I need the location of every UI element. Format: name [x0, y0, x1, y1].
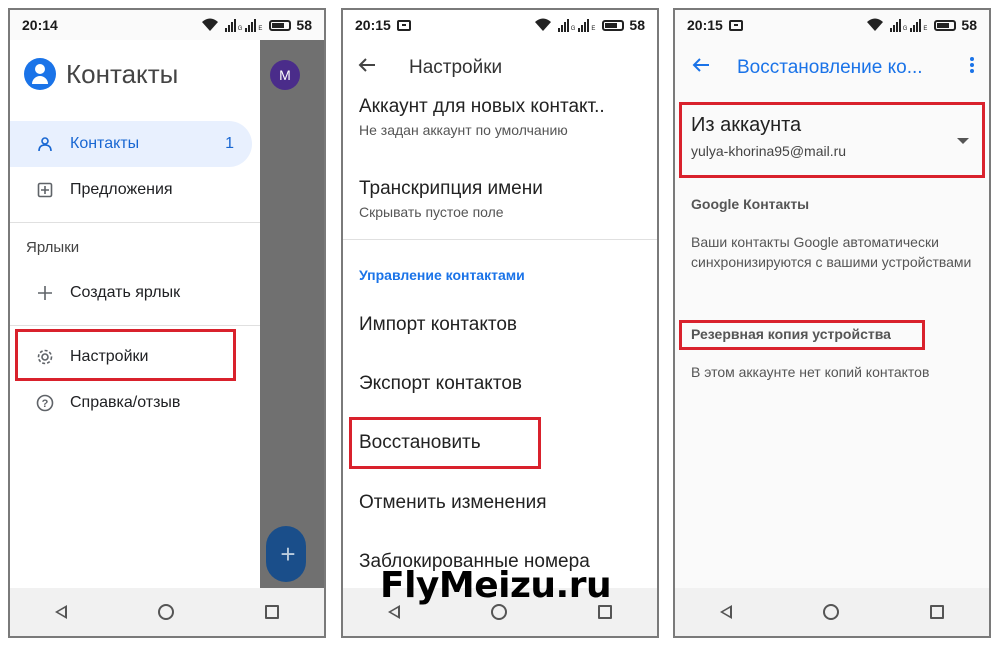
wifi-icon	[201, 18, 218, 31]
drawer-item-label: Контакты	[70, 135, 140, 152]
drawer-item-create-label[interactable]: Создать ярлык	[10, 270, 252, 316]
dimmed-content[interactable]	[260, 40, 324, 590]
page-title: Настройки	[409, 57, 503, 78]
arrow-left-icon[interactable]	[357, 55, 387, 81]
setting-title: Импорт контактов	[359, 314, 518, 335]
status-time: 20:15	[355, 17, 391, 33]
setting-name-transcription[interactable]: Транскрипция имени Скрывать пустое поле	[359, 178, 649, 220]
recent-apps-icon[interactable]	[929, 605, 944, 619]
app-bar: Настройки	[343, 40, 657, 96]
person-icon	[36, 135, 54, 153]
add-contact-fab[interactable]: +	[266, 526, 306, 582]
drawer-item-help[interactable]: ? Справка/отзыв	[10, 380, 252, 426]
app-title: Контакты	[66, 58, 179, 89]
setting-export[interactable]: Экспорт контактов	[359, 373, 649, 395]
highlight-backup	[679, 320, 925, 350]
highlight-restore	[349, 417, 541, 469]
recent-apps-icon[interactable]	[264, 605, 279, 619]
setting-title: Экспорт контактов	[359, 373, 522, 394]
back-icon[interactable]	[388, 605, 401, 619]
setting-title: Аккаунт для новых контакт..	[359, 96, 605, 117]
battery-icon	[602, 19, 625, 31]
drawer-item-suggestions[interactable]: Предложения	[10, 167, 252, 213]
labels-header: Ярлыки	[26, 239, 80, 256]
back-icon[interactable]	[55, 605, 68, 619]
signal-icon: E	[245, 18, 262, 32]
status-time: 20:15	[687, 17, 723, 33]
google-contacts-header: Google Контакты	[691, 196, 810, 212]
more-vert-icon[interactable]	[969, 56, 975, 80]
device-backup-text: В этом аккаунте нет копий контактов	[691, 364, 930, 380]
phone-screen-contacts-drawer: 20:14 G E 58 M + Контакты Контакты 1 Пре…	[8, 8, 326, 638]
drawer-item-label: Справка/отзыв	[70, 394, 181, 411]
setting-default-account[interactable]: Аккаунт для новых контакт.. Не задан акк…	[359, 96, 649, 138]
wifi-icon	[866, 18, 883, 31]
drawer-item-contacts[interactable]: Контакты 1	[10, 121, 252, 167]
divider	[10, 325, 260, 326]
navigation-bar	[675, 588, 989, 636]
status-time: 20:14	[22, 17, 58, 33]
status-bar: 20:14 G E 58	[10, 10, 324, 40]
page-title: Восстановление ко...	[737, 57, 923, 78]
notification-icon	[396, 19, 411, 31]
wifi-icon	[534, 18, 551, 31]
google-contacts-text: Ваши контакты Google автоматически синхр…	[691, 234, 972, 270]
setting-title: Отменить изменения	[359, 492, 547, 513]
svg-text:?: ?	[42, 398, 49, 410]
app-bar: Восстановление ко...	[675, 40, 989, 96]
help-icon: ?	[36, 394, 54, 412]
back-icon[interactable]	[720, 605, 733, 619]
setting-undo-changes[interactable]: Отменить изменения	[359, 492, 649, 514]
battery-percent: 58	[296, 17, 312, 33]
setting-subtitle: Скрывать пустое поле	[359, 204, 504, 220]
status-bar: 20:15 G E 58	[343, 10, 657, 40]
signal-icon: G	[889, 18, 907, 32]
status-bar: 20:15 G E 58	[675, 10, 989, 40]
drawer-item-label: Создать ярлык	[70, 284, 181, 301]
phone-screen-settings: 20:15 G E 58 Настройки Аккаунт для новых…	[341, 8, 659, 638]
drawer-header: Контакты	[24, 58, 178, 90]
divider	[343, 239, 657, 240]
setting-import[interactable]: Импорт контактов	[359, 314, 649, 336]
setting-title: Транскрипция имени	[359, 178, 543, 199]
navigation-drawer: Контакты Контакты 1 Предложения Ярлыки С…	[10, 40, 260, 592]
home-icon[interactable]	[822, 604, 839, 620]
watermark: FlyMeizu.ru	[380, 565, 612, 606]
signal-icon: G	[557, 18, 575, 32]
highlight-account	[679, 102, 985, 178]
suggestions-icon	[36, 181, 54, 199]
drawer-item-label: Предложения	[70, 181, 173, 198]
home-icon[interactable]	[157, 604, 174, 620]
plus-icon	[36, 284, 54, 302]
signal-icon: G	[224, 18, 242, 32]
home-icon[interactable]	[490, 604, 507, 620]
highlight-settings	[15, 329, 236, 381]
navigation-bar	[10, 588, 324, 636]
signal-icon: E	[578, 18, 595, 32]
recent-apps-icon[interactable]	[597, 605, 612, 619]
contacts-logo-icon	[24, 58, 56, 90]
battery-icon	[934, 19, 957, 31]
contacts-count: 1	[225, 135, 234, 152]
notification-icon	[728, 19, 743, 31]
phone-screen-restore: 20:15 G E 58 Восстановление ко... Из акк…	[673, 8, 991, 638]
arrow-left-icon[interactable]	[691, 55, 721, 81]
signal-icon: E	[910, 18, 927, 32]
avatar[interactable]: M	[270, 60, 300, 90]
setting-subtitle: Не задан аккаунт по умолчанию	[359, 122, 568, 138]
divider	[10, 222, 260, 223]
battery-percent: 58	[629, 17, 645, 33]
battery-icon	[269, 19, 292, 31]
section-title: Управление контактами	[359, 267, 525, 283]
battery-percent: 58	[961, 17, 977, 33]
